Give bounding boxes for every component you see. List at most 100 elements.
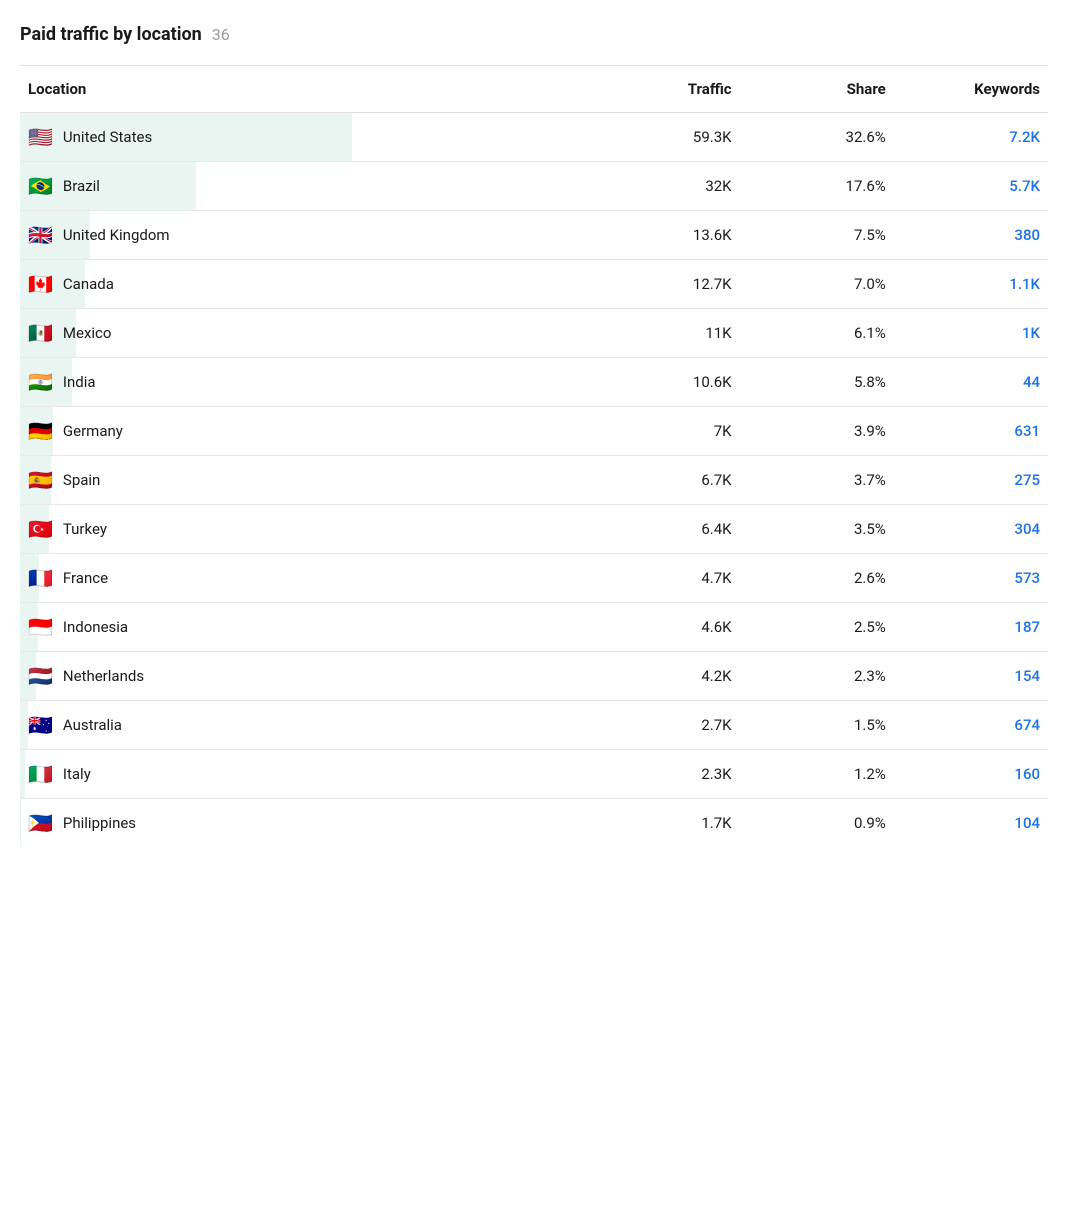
keywords-link[interactable]: 631 xyxy=(1014,422,1040,440)
location-cell: 🇳🇱Netherlands xyxy=(20,652,585,701)
share-value: 5.8% xyxy=(740,358,894,407)
keywords-value[interactable]: 573 xyxy=(894,554,1048,603)
country-name: Indonesia xyxy=(63,618,128,636)
location-cell: 🇬🇧United Kingdom xyxy=(20,211,585,260)
country-name: Germany xyxy=(63,422,123,440)
country-name: Turkey xyxy=(63,520,107,538)
share-value: 2.5% xyxy=(740,603,894,652)
col-header-keywords: Keywords xyxy=(894,66,1048,113)
share-value: 3.5% xyxy=(740,505,894,554)
location-cell: 🇪🇸 Spain xyxy=(20,456,585,505)
table-row: 🇦🇺Australia2.7K1.5%674 xyxy=(20,701,1048,750)
keywords-link[interactable]: 7.2K xyxy=(1009,128,1040,146)
location-cell: 🇲🇽 Mexico xyxy=(20,309,585,358)
keywords-link[interactable]: 275 xyxy=(1014,471,1040,489)
section-header: Paid traffic by location 36 xyxy=(20,24,1048,45)
keywords-link[interactable]: 674 xyxy=(1014,716,1040,734)
location-cell: 🇮🇳India xyxy=(20,358,585,407)
keywords-link[interactable]: 44 xyxy=(1023,373,1040,391)
keywords-link[interactable]: 380 xyxy=(1014,226,1040,244)
traffic-table: Location Traffic Share Keywords 🇺🇸United… xyxy=(20,66,1048,847)
table-row: 🇨🇦 Canada 12.7K7.0% 1.1K xyxy=(20,260,1048,309)
country-name: Brazil xyxy=(63,177,100,195)
keywords-value[interactable]: 187 xyxy=(894,603,1048,652)
location-cell: 🇧🇷 Brazil xyxy=(20,162,585,211)
keywords-link[interactable]: 573 xyxy=(1014,569,1040,587)
keywords-value[interactable]: 5.7K xyxy=(894,162,1048,211)
col-header-traffic: Traffic xyxy=(585,66,739,113)
traffic-value: 32K xyxy=(585,162,739,211)
table-row: 🇪🇸Spain6.7K3.7%275 xyxy=(20,456,1048,505)
keywords-value[interactable]: 275 xyxy=(894,456,1048,505)
country-flag: 🇺🇸 xyxy=(28,127,53,147)
country-flag: 🇪🇸 xyxy=(28,470,53,490)
col-header-share: Share xyxy=(740,66,894,113)
share-value: 1.2% xyxy=(740,750,894,799)
keywords-value[interactable]: 380 xyxy=(894,211,1048,260)
table-row: 🇬🇧United Kingdom13.6K7.5% 380 xyxy=(20,211,1048,260)
keywords-link[interactable]: 154 xyxy=(1014,667,1040,685)
location-cell: 🇮🇹Italy xyxy=(20,750,585,799)
share-value: 7.0% xyxy=(740,260,894,309)
traffic-value: 12.7K xyxy=(585,260,739,309)
keywords-link[interactable]: 5.7K xyxy=(1009,177,1040,195)
country-name: United Kingdom xyxy=(63,226,170,244)
keywords-value[interactable]: 631 xyxy=(894,407,1048,456)
keywords-value[interactable]: 1K xyxy=(894,309,1048,358)
country-name: Australia xyxy=(63,716,122,734)
keywords-value[interactable]: 44 xyxy=(894,358,1048,407)
keywords-link[interactable]: 104 xyxy=(1014,814,1040,832)
country-flag: 🇮🇹 xyxy=(28,764,53,784)
country-flag: 🇮🇩 xyxy=(28,617,53,637)
table-row: 🇵🇭Philippines1.7K0.9%104 xyxy=(20,799,1048,848)
keywords-value[interactable]: 674 xyxy=(894,701,1048,750)
share-value: 6.1% xyxy=(740,309,894,358)
country-name: Canada xyxy=(63,275,114,293)
table-row: 🇮🇩Indonesia4.6K2.5%187 xyxy=(20,603,1048,652)
share-value: 3.9% xyxy=(740,407,894,456)
traffic-bar xyxy=(20,799,21,848)
keywords-link[interactable]: 1K xyxy=(1022,324,1040,342)
country-flag: 🇧🇷 xyxy=(28,176,53,196)
traffic-value: 13.6K xyxy=(585,211,739,260)
keywords-value[interactable]: 1.1K xyxy=(894,260,1048,309)
country-flag: 🇮🇳 xyxy=(28,372,53,392)
keywords-link[interactable]: 160 xyxy=(1014,765,1040,783)
country-name: Netherlands xyxy=(63,667,144,685)
keywords-link[interactable]: 304 xyxy=(1014,520,1040,538)
country-name: Mexico xyxy=(63,324,112,342)
table-header-row: Location Traffic Share Keywords xyxy=(20,66,1048,113)
share-value: 0.9% xyxy=(740,799,894,848)
share-value: 7.5% xyxy=(740,211,894,260)
traffic-value: 4.2K xyxy=(585,652,739,701)
country-flag: 🇲🇽 xyxy=(28,323,53,343)
keywords-value[interactable]: 104 xyxy=(894,799,1048,848)
table-row: 🇹🇷 Turkey 6.4K3.5% 304 xyxy=(20,505,1048,554)
share-value: 17.6% xyxy=(740,162,894,211)
country-name: Spain xyxy=(63,471,100,489)
country-flag: 🇨🇦 xyxy=(28,274,53,294)
location-cell: 🇹🇷 Turkey xyxy=(20,505,585,554)
keywords-link[interactable]: 187 xyxy=(1014,618,1040,636)
traffic-value: 7K xyxy=(585,407,739,456)
location-cell: 🇩🇪 Germany xyxy=(20,407,585,456)
keywords-link[interactable]: 1.1K xyxy=(1009,275,1040,293)
keywords-value[interactable]: 160 xyxy=(894,750,1048,799)
keywords-value[interactable]: 154 xyxy=(894,652,1048,701)
keywords-value[interactable]: 304 xyxy=(894,505,1048,554)
section-title: Paid traffic by location xyxy=(20,24,202,45)
traffic-value: 6.7K xyxy=(585,456,739,505)
country-flag: 🇹🇷 xyxy=(28,519,53,539)
traffic-value: 6.4K xyxy=(585,505,739,554)
country-flag: 🇫🇷 xyxy=(28,568,53,588)
country-flag: 🇩🇪 xyxy=(28,421,53,441)
table-row: 🇳🇱Netherlands4.2K2.3%154 xyxy=(20,652,1048,701)
col-header-location: Location xyxy=(20,66,585,113)
traffic-bar xyxy=(20,701,28,750)
section-count: 36 xyxy=(212,25,230,44)
traffic-value: 1.7K xyxy=(585,799,739,848)
traffic-value: 59.3K xyxy=(585,113,739,162)
location-cell: 🇺🇸United States xyxy=(20,113,585,162)
table-row: 🇺🇸United States59.3K32.6%7.2K xyxy=(20,113,1048,162)
keywords-value[interactable]: 7.2K xyxy=(894,113,1048,162)
